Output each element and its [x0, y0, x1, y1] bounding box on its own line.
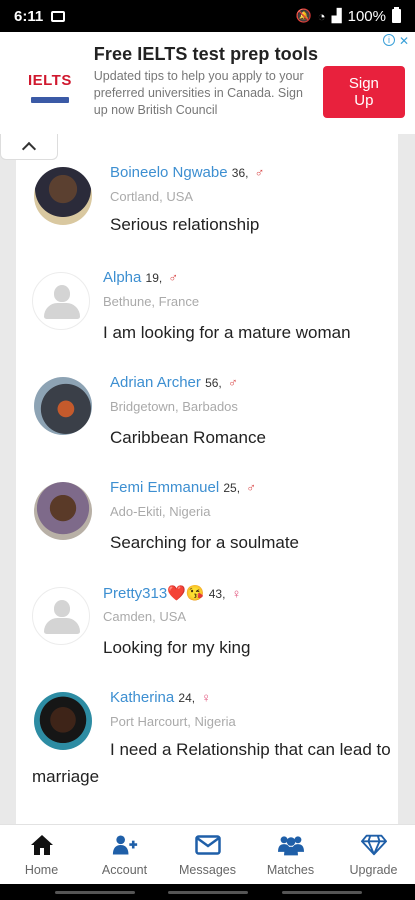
profile-name[interactable]: Pretty313❤️😘 — [103, 585, 205, 602]
gesture-pill — [282, 891, 362, 894]
profile-name[interactable]: Katherina — [110, 689, 174, 706]
status-time: 6:11 — [14, 7, 44, 25]
avatar[interactable] — [34, 167, 92, 225]
status-bar: 6:11 🔕 ◔ ▟ 100% — [0, 0, 415, 32]
male-icon: ♂ — [246, 480, 256, 495]
ad-banner[interactable]: IELTS Free IELTS test prep tools Updated… — [0, 32, 415, 134]
add-user-icon — [112, 833, 138, 857]
user-placeholder-icon — [54, 600, 70, 617]
avatar[interactable] — [34, 482, 92, 540]
avatar[interactable] — [32, 272, 90, 330]
mute-icon: 🔕 — [295, 8, 312, 23]
profile-message: Serious relationship — [110, 215, 260, 234]
profile-header: Femi Emmanuel 25, ♂ — [110, 479, 256, 496]
signal-icon: ▟ — [331, 8, 342, 23]
nav-upgrade[interactable]: Upgrade — [332, 825, 415, 884]
ad-body: Free IELTS test prep tools Updated tips … — [94, 32, 319, 119]
list-item[interactable]: Femi Emmanuel 25, ♂ Ado-Ekiti, Nigeria S… — [16, 449, 398, 554]
nav-matches-label: Matches — [266, 863, 315, 877]
close-icon[interactable]: ✕ — [399, 34, 409, 48]
battery-percent: 100% — [347, 7, 386, 25]
profile-age: 43 — [208, 587, 223, 601]
gesture-pill[interactable] — [168, 891, 248, 894]
profile-header: Adrian Archer 56, ♂ — [110, 374, 238, 391]
profile-location: Cortland, USA — [110, 189, 194, 204]
profile-location: Ado-Ekiti, Nigeria — [110, 504, 211, 519]
profile-header: Pretty313❤️😘 43, ♀ — [103, 585, 242, 602]
profile-header: Katherina 24, ♀ — [110, 689, 212, 706]
status-right: 🔕 ◔ ▟ 100% — [295, 7, 401, 25]
ad-logo: IELTS — [16, 52, 84, 122]
home-icon — [29, 833, 55, 857]
system-gesture-bar — [0, 884, 415, 900]
profile-name[interactable]: Femi Emmanuel — [110, 479, 219, 496]
ad-title: Free IELTS test prep tools — [93, 44, 319, 64]
list-item[interactable]: Alpha 19, ♂ Bethune, France I am looking… — [16, 239, 398, 344]
avatar[interactable] — [34, 377, 92, 435]
chevron-up-icon — [21, 141, 37, 157]
female-icon: ♀ — [201, 690, 212, 705]
profile-location: Bridgetown, Barbados — [110, 399, 238, 414]
nav-account[interactable]: Account — [83, 825, 166, 884]
male-icon: ♂ — [168, 270, 179, 285]
ad-logo-text: IELTS — [27, 71, 72, 89]
battery-icon — [392, 7, 401, 23]
profile-message: Searching for a soulmate — [110, 533, 299, 552]
nav-home-label: Home — [24, 863, 59, 877]
male-icon: ♂ — [227, 375, 238, 390]
profile-name[interactable]: Boineelo Ngwabe — [110, 164, 228, 181]
list-item[interactable]: Boineelo Ngwabe 36, ♂ Cortland, USA Seri… — [16, 134, 398, 239]
profile-age: 36 — [231, 166, 246, 180]
collapse-ad-button[interactable] — [0, 134, 58, 160]
profile-age: 56 — [205, 376, 219, 390]
profile-message: Looking for my king — [103, 638, 251, 657]
nav-matches[interactable]: Matches — [249, 825, 332, 884]
group-icon — [277, 833, 304, 857]
envelope-icon — [194, 833, 221, 857]
male-icon: ♂ — [254, 165, 265, 180]
nav-messages-label: Messages — [179, 863, 236, 877]
nav-upgrade-label: Upgrade — [349, 863, 398, 877]
info-icon[interactable]: i — [382, 34, 395, 46]
nav-home[interactable]: Home — [0, 825, 83, 884]
nav-account-label: Account — [101, 863, 148, 877]
profile-location: Camden, USA — [103, 609, 187, 624]
profile-message: I am looking for a mature woman — [103, 323, 351, 342]
profile-header: Boineelo Ngwabe 36, ♂ — [110, 164, 265, 181]
profile-location: Bethune, France — [103, 294, 200, 309]
ad-choices[interactable]: i ✕ — [382, 34, 409, 48]
profile-age: 19 — [145, 271, 159, 285]
female-icon: ♀ — [231, 586, 242, 601]
profile-name[interactable]: Alpha — [103, 269, 141, 286]
profile-list[interactable]: Boineelo Ngwabe 36, ♂ Cortland, USA Seri… — [16, 134, 398, 824]
user-placeholder-icon — [54, 285, 70, 302]
profile-message: Caribbean Romance — [110, 428, 266, 447]
profile-age: 24 — [178, 691, 192, 705]
british-council-logo — [30, 96, 69, 103]
profile-header: Alpha 19, ♂ — [103, 269, 179, 286]
nav-messages[interactable]: Messages — [166, 825, 249, 884]
gallery-notification-icon — [51, 10, 66, 22]
profile-age: 25 — [223, 481, 237, 495]
list-item[interactable]: Katherina 24, ♀ Port Harcourt, Nigeria I… — [16, 659, 398, 824]
ad-description: Updated tips to help you apply to your p… — [93, 69, 304, 117]
list-item[interactable]: Adrian Archer 56, ♂ Bridgetown, Barbados… — [16, 344, 398, 449]
bottom-nav: Home Account Messages Matches Upgrade — [0, 824, 415, 884]
profile-message: I need a Relationship that can lead to m… — [32, 740, 391, 786]
list-item[interactable]: Pretty313❤️😘 43, ♀ Camden, USA Looking f… — [16, 554, 398, 659]
avatar[interactable] — [32, 587, 90, 645]
wifi-icon: ◔ — [317, 8, 326, 24]
diamond-icon — [360, 833, 387, 857]
gesture-pill — [55, 891, 135, 894]
sign-up-button[interactable]: Sign Up — [322, 66, 405, 118]
profile-location: Port Harcourt, Nigeria — [110, 714, 236, 729]
profile-name[interactable]: Adrian Archer — [110, 374, 201, 391]
